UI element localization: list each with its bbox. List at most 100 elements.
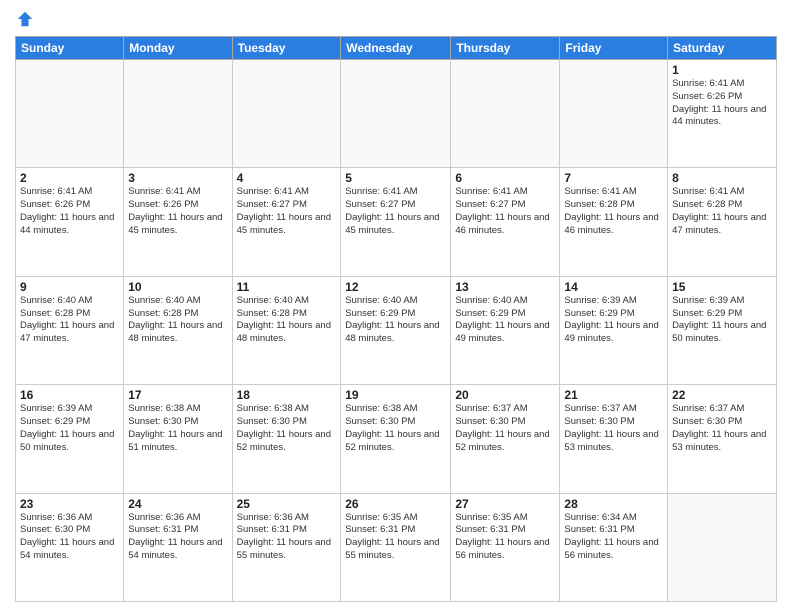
day-info: Sunrise: 6:41 AM Sunset: 6:26 PM Dayligh… <box>672 78 772 129</box>
day-info: Sunrise: 6:40 AM Sunset: 6:28 PM Dayligh… <box>20 295 119 346</box>
day-info: Sunrise: 6:36 AM Sunset: 6:31 PM Dayligh… <box>128 512 227 563</box>
weekday-header: Tuesday <box>232 37 341 60</box>
day-number: 19 <box>345 388 446 402</box>
calendar-cell: 7Sunrise: 6:41 AM Sunset: 6:28 PM Daylig… <box>560 168 668 276</box>
day-info: Sunrise: 6:35 AM Sunset: 6:31 PM Dayligh… <box>345 512 446 563</box>
day-info: Sunrise: 6:41 AM Sunset: 6:26 PM Dayligh… <box>20 186 119 237</box>
header <box>15 10 777 28</box>
day-info: Sunrise: 6:36 AM Sunset: 6:30 PM Dayligh… <box>20 512 119 563</box>
day-number: 2 <box>20 171 119 185</box>
calendar-cell: 5Sunrise: 6:41 AM Sunset: 6:27 PM Daylig… <box>341 168 451 276</box>
weekday-header: Wednesday <box>341 37 451 60</box>
calendar-cell: 20Sunrise: 6:37 AM Sunset: 6:30 PM Dayli… <box>451 385 560 493</box>
calendar-cell: 11Sunrise: 6:40 AM Sunset: 6:28 PM Dayli… <box>232 276 341 384</box>
calendar-cell: 19Sunrise: 6:38 AM Sunset: 6:30 PM Dayli… <box>341 385 451 493</box>
day-info: Sunrise: 6:38 AM Sunset: 6:30 PM Dayligh… <box>345 403 446 454</box>
calendar-week-row: 1Sunrise: 6:41 AM Sunset: 6:26 PM Daylig… <box>16 60 777 168</box>
weekday-header: Monday <box>124 37 232 60</box>
calendar-cell: 21Sunrise: 6:37 AM Sunset: 6:30 PM Dayli… <box>560 385 668 493</box>
calendar-cell: 28Sunrise: 6:34 AM Sunset: 6:31 PM Dayli… <box>560 493 668 601</box>
day-info: Sunrise: 6:39 AM Sunset: 6:29 PM Dayligh… <box>20 403 119 454</box>
calendar-cell: 14Sunrise: 6:39 AM Sunset: 6:29 PM Dayli… <box>560 276 668 384</box>
calendar-cell: 3Sunrise: 6:41 AM Sunset: 6:26 PM Daylig… <box>124 168 232 276</box>
calendar-cell: 9Sunrise: 6:40 AM Sunset: 6:28 PM Daylig… <box>16 276 124 384</box>
calendar-cell: 18Sunrise: 6:38 AM Sunset: 6:30 PM Dayli… <box>232 385 341 493</box>
calendar-week-row: 9Sunrise: 6:40 AM Sunset: 6:28 PM Daylig… <box>16 276 777 384</box>
calendar-cell: 17Sunrise: 6:38 AM Sunset: 6:30 PM Dayli… <box>124 385 232 493</box>
day-info: Sunrise: 6:38 AM Sunset: 6:30 PM Dayligh… <box>128 403 227 454</box>
day-number: 8 <box>672 171 772 185</box>
day-number: 14 <box>564 280 663 294</box>
calendar-cell: 6Sunrise: 6:41 AM Sunset: 6:27 PM Daylig… <box>451 168 560 276</box>
day-info: Sunrise: 6:36 AM Sunset: 6:31 PM Dayligh… <box>237 512 337 563</box>
calendar-cell: 10Sunrise: 6:40 AM Sunset: 6:28 PM Dayli… <box>124 276 232 384</box>
day-number: 22 <box>672 388 772 402</box>
day-info: Sunrise: 6:41 AM Sunset: 6:26 PM Dayligh… <box>128 186 227 237</box>
calendar-cell: 22Sunrise: 6:37 AM Sunset: 6:30 PM Dayli… <box>668 385 777 493</box>
calendar-cell <box>16 60 124 168</box>
day-number: 26 <box>345 497 446 511</box>
day-number: 25 <box>237 497 337 511</box>
day-info: Sunrise: 6:40 AM Sunset: 6:29 PM Dayligh… <box>455 295 555 346</box>
day-info: Sunrise: 6:41 AM Sunset: 6:28 PM Dayligh… <box>564 186 663 237</box>
day-number: 16 <box>20 388 119 402</box>
calendar-week-row: 16Sunrise: 6:39 AM Sunset: 6:29 PM Dayli… <box>16 385 777 493</box>
day-number: 12 <box>345 280 446 294</box>
calendar-cell: 25Sunrise: 6:36 AM Sunset: 6:31 PM Dayli… <box>232 493 341 601</box>
day-number: 6 <box>455 171 555 185</box>
logo-icon <box>16 10 34 28</box>
page: SundayMondayTuesdayWednesdayThursdayFrid… <box>0 0 792 612</box>
day-number: 7 <box>564 171 663 185</box>
day-number: 10 <box>128 280 227 294</box>
calendar-cell: 1Sunrise: 6:41 AM Sunset: 6:26 PM Daylig… <box>668 60 777 168</box>
calendar-cell: 16Sunrise: 6:39 AM Sunset: 6:29 PM Dayli… <box>16 385 124 493</box>
calendar-body: 1Sunrise: 6:41 AM Sunset: 6:26 PM Daylig… <box>16 60 777 602</box>
day-number: 20 <box>455 388 555 402</box>
day-info: Sunrise: 6:39 AM Sunset: 6:29 PM Dayligh… <box>672 295 772 346</box>
logo <box>15 10 34 28</box>
day-info: Sunrise: 6:35 AM Sunset: 6:31 PM Dayligh… <box>455 512 555 563</box>
day-info: Sunrise: 6:41 AM Sunset: 6:27 PM Dayligh… <box>345 186 446 237</box>
day-info: Sunrise: 6:37 AM Sunset: 6:30 PM Dayligh… <box>455 403 555 454</box>
day-info: Sunrise: 6:40 AM Sunset: 6:28 PM Dayligh… <box>128 295 227 346</box>
day-info: Sunrise: 6:39 AM Sunset: 6:29 PM Dayligh… <box>564 295 663 346</box>
day-number: 18 <box>237 388 337 402</box>
day-number: 15 <box>672 280 772 294</box>
weekday-header: Friday <box>560 37 668 60</box>
calendar-cell <box>341 60 451 168</box>
day-number: 5 <box>345 171 446 185</box>
day-number: 28 <box>564 497 663 511</box>
calendar-cell: 13Sunrise: 6:40 AM Sunset: 6:29 PM Dayli… <box>451 276 560 384</box>
day-number: 24 <box>128 497 227 511</box>
calendar-cell <box>124 60 232 168</box>
day-info: Sunrise: 6:38 AM Sunset: 6:30 PM Dayligh… <box>237 403 337 454</box>
calendar-table: SundayMondayTuesdayWednesdayThursdayFrid… <box>15 36 777 602</box>
day-number: 27 <box>455 497 555 511</box>
day-number: 9 <box>20 280 119 294</box>
day-info: Sunrise: 6:41 AM Sunset: 6:28 PM Dayligh… <box>672 186 772 237</box>
day-info: Sunrise: 6:41 AM Sunset: 6:27 PM Dayligh… <box>455 186 555 237</box>
day-number: 4 <box>237 171 337 185</box>
calendar-week-row: 2Sunrise: 6:41 AM Sunset: 6:26 PM Daylig… <box>16 168 777 276</box>
day-info: Sunrise: 6:37 AM Sunset: 6:30 PM Dayligh… <box>564 403 663 454</box>
calendar-cell: 8Sunrise: 6:41 AM Sunset: 6:28 PM Daylig… <box>668 168 777 276</box>
calendar-cell <box>560 60 668 168</box>
day-number: 11 <box>237 280 337 294</box>
day-info: Sunrise: 6:34 AM Sunset: 6:31 PM Dayligh… <box>564 512 663 563</box>
calendar-cell: 15Sunrise: 6:39 AM Sunset: 6:29 PM Dayli… <box>668 276 777 384</box>
day-info: Sunrise: 6:41 AM Sunset: 6:27 PM Dayligh… <box>237 186 337 237</box>
day-number: 3 <box>128 171 227 185</box>
day-info: Sunrise: 6:37 AM Sunset: 6:30 PM Dayligh… <box>672 403 772 454</box>
day-info: Sunrise: 6:40 AM Sunset: 6:29 PM Dayligh… <box>345 295 446 346</box>
weekday-header-row: SundayMondayTuesdayWednesdayThursdayFrid… <box>16 37 777 60</box>
weekday-header: Thursday <box>451 37 560 60</box>
calendar-cell: 27Sunrise: 6:35 AM Sunset: 6:31 PM Dayli… <box>451 493 560 601</box>
day-number: 21 <box>564 388 663 402</box>
calendar-cell <box>451 60 560 168</box>
weekday-header: Saturday <box>668 37 777 60</box>
calendar-cell: 2Sunrise: 6:41 AM Sunset: 6:26 PM Daylig… <box>16 168 124 276</box>
day-number: 1 <box>672 63 772 77</box>
day-number: 13 <box>455 280 555 294</box>
calendar-cell: 24Sunrise: 6:36 AM Sunset: 6:31 PM Dayli… <box>124 493 232 601</box>
calendar-cell <box>232 60 341 168</box>
